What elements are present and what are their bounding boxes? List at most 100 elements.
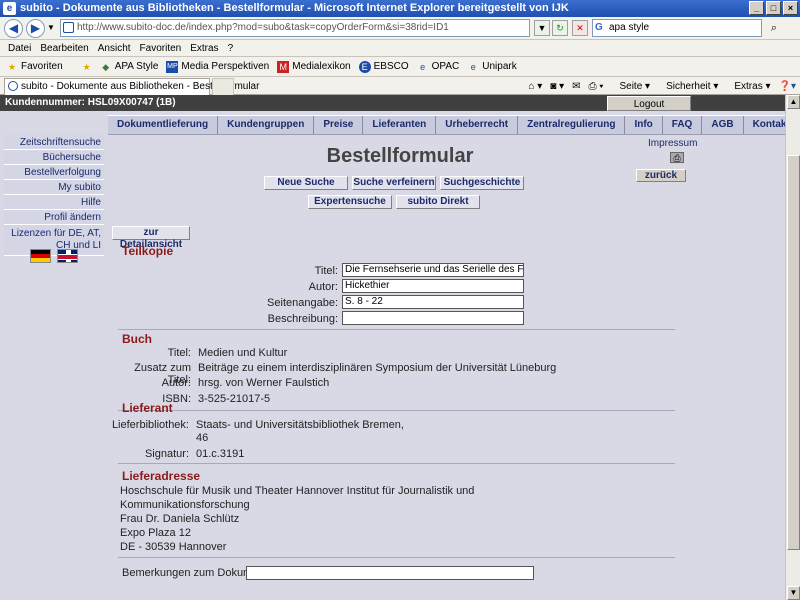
buch-autor-value: hrsg. von Werner Faulstich	[198, 377, 330, 389]
google-icon: G	[595, 22, 603, 33]
cmd-sicherheit[interactable]: Sicherheit ▾	[658, 81, 718, 92]
fav-media-perspektiven[interactable]: MP Media Perspektiven	[166, 60, 269, 73]
home-icon[interactable]: ⌂ ▾	[528, 81, 542, 92]
favorites-label: Favoriten	[21, 61, 63, 72]
lieferant-heading: Lieferant	[122, 401, 173, 415]
sidebar-item-buechersuche[interactable]: Büchersuche	[4, 150, 104, 165]
star-icon: ★	[7, 61, 17, 72]
close-icon[interactable]: ×	[783, 1, 798, 15]
logout-button[interactable]: Logout	[607, 96, 691, 111]
menu-favoriten[interactable]: Favoriten	[140, 43, 182, 54]
sidebar-item-my-subito[interactable]: My subito	[4, 180, 104, 195]
page-icon	[63, 22, 74, 33]
link-icon: ◆	[102, 61, 110, 72]
address-bar[interactable]: http://www.subito-doc.de/index.php?mod=s…	[60, 19, 530, 37]
nav-faq[interactable]: FAQ	[663, 116, 703, 134]
lieferbibliothek-value-1: Staats- und Universitätsbibliothek Breme…	[196, 419, 404, 431]
feeds-icon[interactable]: ◙ ▾	[550, 81, 564, 92]
help-icon[interactable]: ❓▾	[779, 81, 796, 92]
menu-help[interactable]: ?	[228, 43, 234, 54]
neue-suche-button[interactable]: Neue Suche	[264, 176, 348, 190]
buch-isbn-value: 3-525-21017-5	[198, 393, 271, 405]
ie-page-icon: e	[470, 61, 476, 72]
history-dropdown-icon[interactable]: ▼	[47, 23, 55, 32]
expertensuche-button[interactable]: Expertensuche	[308, 195, 392, 209]
address-url: http://www.subito-doc.de/index.php?mod=s…	[77, 22, 449, 33]
refresh-icon[interactable]: ↻	[552, 20, 568, 36]
cmd-extras[interactable]: Extras ▾	[726, 81, 770, 92]
menu-datei[interactable]: Datei	[8, 43, 31, 54]
nav-agb[interactable]: AGB	[702, 116, 744, 134]
teilkopie-heading: Teilkopie	[122, 244, 174, 258]
nav-dokumentlieferung[interactable]: Dokumentlieferung	[108, 116, 219, 134]
bemerkungen-input[interactable]	[246, 566, 534, 580]
page-title: Bestellformular	[326, 145, 474, 167]
subito-direkt-button[interactable]: subito Direkt	[396, 195, 480, 209]
window-titlebar: e subito - Dokumente aus Bibliotheken - …	[0, 0, 800, 17]
sidebar-item-hilfe[interactable]: Hilfe	[4, 195, 104, 210]
sidebar-item-profil[interactable]: Profil ändern	[4, 210, 104, 225]
back-arrow-icon[interactable]: ◀	[4, 19, 23, 38]
teilkopie-titel-label: Titel:	[314, 265, 338, 277]
new-tab-button[interactable]	[212, 78, 234, 95]
print-icon[interactable]: ⎙ ▾	[588, 81, 603, 92]
teilkopie-seiten-input[interactable]: S. 8 - 22	[342, 295, 524, 309]
suchgeschichte-button[interactable]: Suchgeschichte	[440, 176, 524, 190]
fav-ebsco[interactable]: E EBSCO	[358, 60, 409, 73]
main-content: Impressum ⎙ zurück Bestellformular Neue …	[108, 135, 785, 600]
teilkopie-autor-input[interactable]: Hickethier	[342, 279, 524, 293]
nav-lieferanten[interactable]: Lieferanten	[363, 116, 437, 134]
buch-zusatz-value: Beiträge zu einem interdisziplinären Sym…	[198, 362, 557, 374]
sidebar: Zeitschriftensuche Büchersuche Bestellve…	[4, 135, 104, 256]
tab-subito[interactable]: subito - Dokumente aus Bibliotheken - Be…	[4, 78, 259, 95]
divider	[118, 557, 675, 558]
menu-ansicht[interactable]: Ansicht	[98, 43, 131, 54]
stop-icon[interactable]: ✕	[572, 20, 588, 36]
menu-extras[interactable]: Extras	[190, 43, 218, 54]
address-line: Kommunikationsforschung	[120, 499, 250, 511]
german-flag-icon[interactable]	[30, 249, 51, 263]
favorites-bar: ★ Favoriten ★ ◆ APA Style MP Media Persp…	[0, 57, 800, 77]
vertical-scrollbar[interactable]: ▲ ▼	[785, 95, 800, 600]
nav-preise[interactable]: Preise	[314, 116, 364, 134]
teilkopie-beschreibung-input[interactable]	[342, 311, 524, 325]
search-input[interactable]: G apa style	[592, 19, 762, 37]
nav-info[interactable]: Info	[625, 116, 663, 134]
fav-unipark[interactable]: e Unipark	[467, 61, 517, 73]
fav-medialexikon[interactable]: M Medialexikon	[277, 60, 351, 73]
cmd-seite[interactable]: Seite ▾	[611, 81, 650, 92]
scroll-up-icon[interactable]: ▲	[787, 95, 800, 109]
nav-kundengruppen[interactable]: Kundengruppen	[218, 116, 315, 134]
nav-zentralregulierung[interactable]: Zentralregulierung	[518, 116, 626, 134]
scroll-thumb[interactable]	[787, 155, 800, 550]
uk-flag-icon[interactable]	[57, 249, 78, 263]
search-icon[interactable]: ⌕	[766, 20, 782, 36]
fav-opac[interactable]: e OPAC	[417, 61, 459, 73]
language-flags	[30, 249, 78, 263]
suche-verfeinern-button[interactable]: Suche verfeinern	[352, 176, 436, 190]
lieferbibliothek-label: Lieferbibliothek:	[111, 419, 189, 431]
teilkopie-titel-input[interactable]: Die Fernsehserie und das Serielle des Fe…	[342, 263, 524, 277]
address-line: Hoschschule für Musik und Theater Hannov…	[120, 485, 475, 497]
forward-arrow-icon[interactable]: ▶	[26, 19, 45, 38]
address-dropdown-icon[interactable]: ▼	[534, 20, 550, 36]
nav-kontakt[interactable]: Kontakt	[744, 116, 785, 134]
fav-apa-style[interactable]: ◆ APA Style	[100, 61, 158, 73]
minimize-icon[interactable]: _	[749, 1, 764, 15]
fav-add[interactable]: ★	[81, 61, 96, 73]
detailansicht-button[interactable]: zur Detailansicht	[112, 226, 190, 250]
favorites-button[interactable]: ★ Favoriten	[6, 61, 63, 73]
sidebar-item-bestellverfolgung[interactable]: Bestellverfolgung	[4, 165, 104, 180]
ml-icon: M	[277, 60, 290, 73]
mp-icon: MP	[166, 60, 179, 73]
back-button[interactable]: zurück	[636, 169, 686, 182]
search-value: apa style	[609, 22, 650, 33]
buch-heading: Buch	[122, 332, 152, 346]
sidebar-item-zeitschriftensuche[interactable]: Zeitschriftensuche	[4, 135, 104, 150]
scroll-down-icon[interactable]: ▼	[787, 586, 800, 600]
teilkopie-seiten-label: Seitenangabe:	[267, 297, 338, 309]
menu-bearbeiten[interactable]: Bearbeiten	[40, 43, 88, 54]
nav-urheberrecht[interactable]: Urheberrecht	[436, 116, 519, 134]
mail-icon[interactable]: ✉	[572, 81, 580, 92]
maximize-icon[interactable]: □	[766, 1, 781, 15]
